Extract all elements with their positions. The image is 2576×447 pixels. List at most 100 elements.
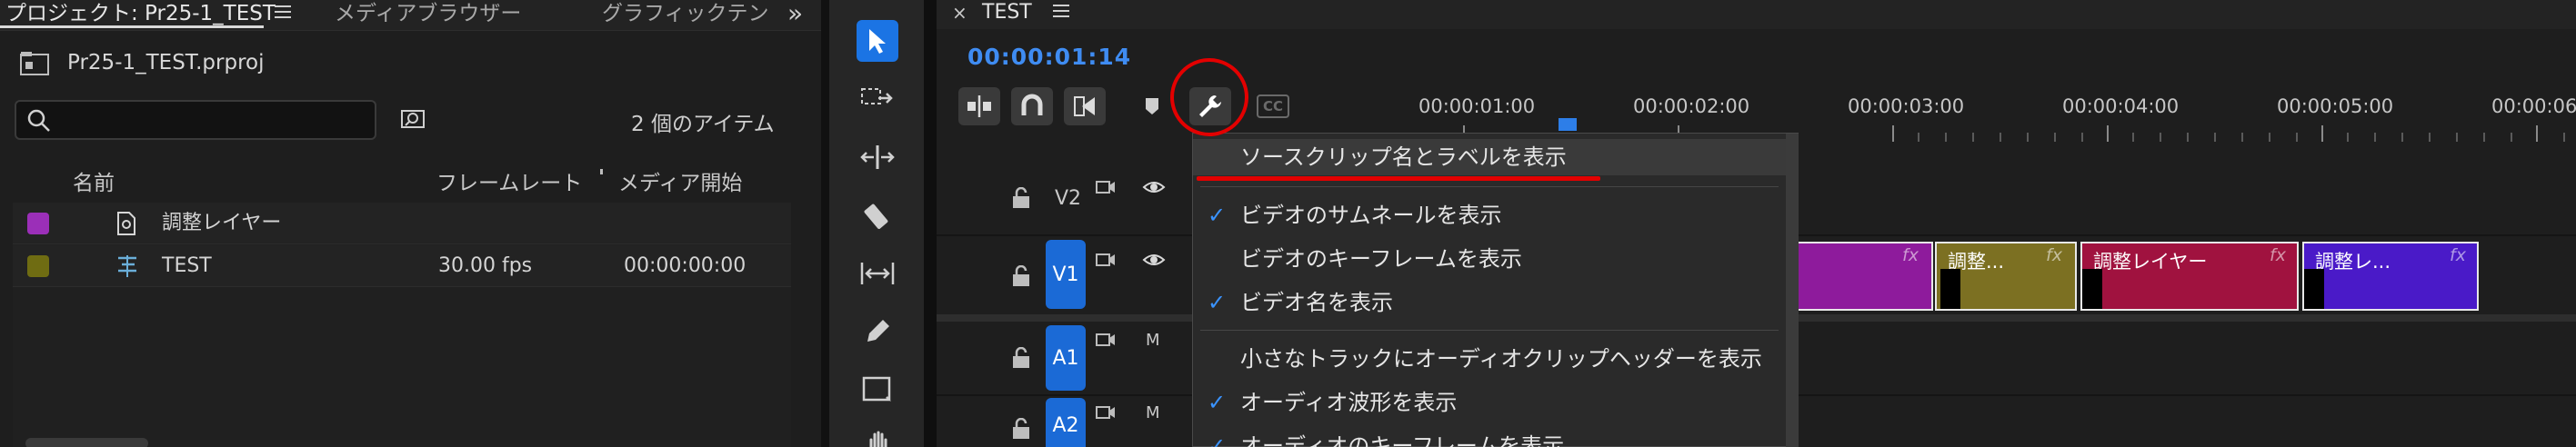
pen-tool[interactable] [857, 311, 898, 353]
ripple-edit-icon [860, 145, 895, 169]
mute-button[interactable]: M [1146, 331, 1160, 350]
horizontal-scrollbar[interactable] [25, 438, 148, 447]
tab-sequence-test[interactable]: TEST [982, 0, 1032, 25]
project-file-icon [20, 52, 49, 75]
checkmark-icon: ✓ [1208, 433, 1227, 447]
column-resize-handle[interactable] [600, 169, 603, 174]
label-color-swatch[interactable] [27, 255, 49, 277]
slip-tool[interactable] [857, 253, 898, 294]
rectangle-tool[interactable] [857, 369, 898, 411]
menu-item-show-audio-clip-headers[interactable]: 小さなトラックにオーディオクリップヘッダーを表示 [1193, 341, 1786, 377]
tab-project[interactable]: プロジェクト: Pr25-1_TEST [5, 0, 276, 27]
track-target-a2[interactable]: A2 [1046, 398, 1086, 447]
adjustment-layer-icon [117, 212, 135, 235]
selection-tool[interactable] [857, 20, 898, 62]
tools-panel [829, 0, 924, 447]
mute-button[interactable]: M [1146, 403, 1160, 422]
eye-icon[interactable] [1142, 178, 1166, 196]
track-target-v1[interactable]: V1 [1046, 240, 1086, 309]
clip-label: 調整レイヤー [2093, 251, 2208, 273]
sync-lock-icon[interactable] [1095, 331, 1117, 349]
razor-tool[interactable] [857, 194, 898, 236]
lock-icon[interactable] [1011, 265, 1031, 287]
fx-badge: fx [2450, 245, 2466, 265]
fx-badge: fx [1902, 245, 1919, 265]
list-item[interactable]: TEST 30.00 fps 00:00:00:00 [13, 245, 791, 287]
item-name: 調整レイヤー [162, 212, 282, 234]
annotation-underline [1197, 176, 1600, 181]
item-frame-rate: 30.00 fps [438, 254, 533, 277]
list-item[interactable]: 調整レイヤー [13, 203, 791, 244]
menu-item-label: 小さなトラックにオーディオクリップヘッダーを表示 [1240, 346, 1762, 372]
playhead-timecode[interactable]: 00:00:01:14 [967, 44, 1131, 70]
fx-badge: fx [2270, 245, 2286, 265]
hand-tool[interactable] [857, 422, 898, 447]
timeline-menu-icon[interactable] [1053, 5, 1069, 19]
menu-item-show-audio-waveform[interactable]: ✓ オーディオ波形を表示 [1193, 384, 1786, 421]
panel-divider[interactable] [924, 0, 937, 447]
sequence-icon [118, 255, 136, 277]
close-tab-icon[interactable]: × [952, 2, 967, 24]
clip-label: 調整レ... [2315, 251, 2391, 273]
menu-item-show-video-names[interactable]: ✓ ビデオ名を表示 [1193, 284, 1786, 321]
menu-item-label: ビデオのサムネールを表示 [1240, 203, 1502, 228]
active-tab-underline [0, 25, 264, 28]
eye-icon[interactable] [1142, 251, 1166, 269]
menu-item-label: ビデオのキーフレームを表示 [1240, 246, 1522, 272]
track-select-tool[interactable] [857, 78, 898, 120]
project-tab-bar: プロジェクト: Pr25-1_TEST メディアブラウザー グラフィックテン » [0, 0, 821, 31]
menu-item-label: ビデオ名を表示 [1240, 290, 1393, 315]
column-header-media-start[interactable]: メディア開始 [618, 165, 742, 196]
more-tabs-chevron-icon[interactable]: » [787, 1, 803, 26]
item-media-start: 00:00:00:00 [624, 254, 747, 277]
lock-icon[interactable] [1011, 347, 1031, 369]
menu-separator [1200, 330, 1779, 331]
project-search-box[interactable] [15, 100, 376, 140]
lock-icon[interactable] [1011, 187, 1031, 209]
menu-item-label: ソースクリップ名とラベルを表示 [1240, 144, 1567, 170]
playhead-handle[interactable] [1559, 118, 1577, 131]
item-name: TEST [162, 254, 212, 277]
tab-media-browser[interactable]: メディアブラウザー [335, 0, 521, 27]
checkmark-icon: ✓ [1208, 390, 1227, 415]
panel-divider[interactable] [821, 0, 829, 447]
track-name: A1 [1052, 346, 1079, 370]
track-name: V2 [1055, 187, 1082, 210]
sync-lock-icon[interactable] [1095, 251, 1117, 269]
menu-scrollbar[interactable] [1786, 134, 1799, 447]
project-file-name: Pr25-1_TEST.prproj [67, 51, 265, 74]
hand-icon [869, 431, 887, 447]
timeline-clip[interactable]: 調整レ... fx [2302, 242, 2479, 311]
ripple-edit-tool[interactable] [857, 136, 898, 178]
track-select-icon [861, 88, 893, 104]
checkmark-icon: ✓ [1208, 203, 1227, 228]
menu-item-show-video-keyframes[interactable]: ビデオのキーフレームを表示 [1193, 241, 1786, 277]
find-bin-icon[interactable] [400, 107, 427, 133]
menu-item-label: オーディオのキーフレームを表示 [1240, 433, 1565, 447]
sync-lock-icon[interactable] [1095, 403, 1117, 422]
lock-icon[interactable] [1011, 418, 1031, 440]
project-panel-menu-icon[interactable] [275, 5, 291, 20]
column-header-frame-rate[interactable]: フレームレート [436, 165, 582, 196]
timeline-clip[interactable]: 調整... fx [1935, 242, 2077, 311]
menu-item-show-audio-keyframes[interactable]: ✓ オーディオのキーフレームを表示 [1193, 428, 1786, 447]
menu-item-show-source-clip-names[interactable]: ソースクリップ名とラベルを表示 [1193, 139, 1786, 175]
sync-lock-icon[interactable] [1095, 178, 1117, 196]
label-color-swatch[interactable] [27, 213, 49, 234]
menu-item-label: オーディオ波形を表示 [1240, 390, 1458, 415]
track-name: V1 [1052, 263, 1079, 286]
column-header-name[interactable]: 名前 [73, 165, 115, 196]
track-name: A2 [1052, 413, 1079, 437]
slip-icon [860, 263, 895, 284]
clip-thumbnail [2304, 269, 2324, 309]
fx-badge: fx [2046, 245, 2062, 265]
item-count: 2 個のアイテム [631, 113, 775, 136]
tab-graphic-templates[interactable]: グラフィックテン [602, 0, 778, 27]
timeline-tab-bar: × TEST [937, 0, 2576, 29]
checkmark-icon: ✓ [1208, 290, 1227, 315]
timeline-clip[interactable]: 調整レイヤー fx [2080, 242, 2299, 311]
menu-item-show-video-thumbnails[interactable]: ✓ ビデオのサムネールを表示 [1193, 197, 1786, 233]
track-target-a1[interactable]: A1 [1046, 325, 1086, 391]
clip-thumbnail [2082, 269, 2102, 309]
pen-icon [867, 320, 889, 342]
